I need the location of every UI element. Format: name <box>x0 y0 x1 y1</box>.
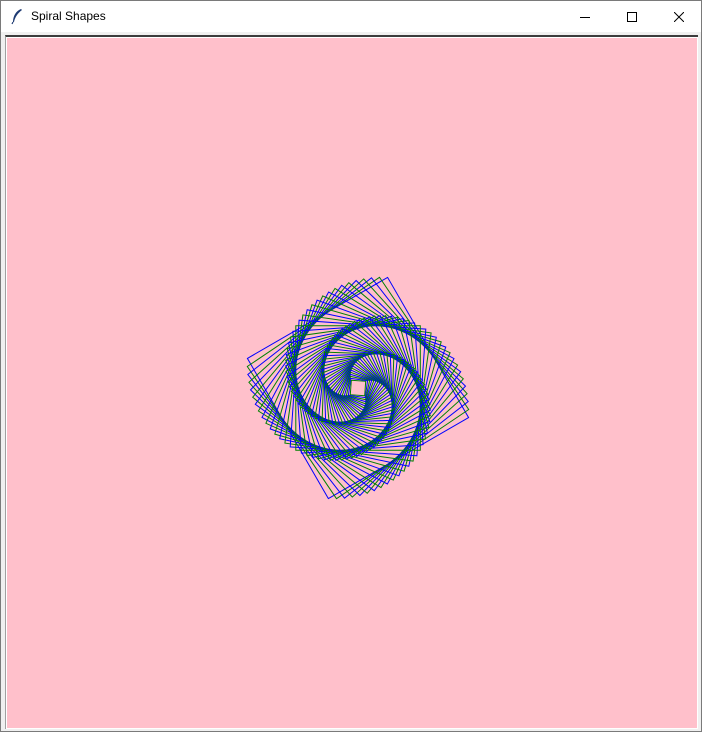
spiral-square <box>321 351 395 425</box>
app-window: Spiral Shapes <box>0 0 702 732</box>
drawing-canvas[interactable] <box>7 38 697 728</box>
spiral-square <box>246 276 470 500</box>
spiral-drawing <box>7 38 697 728</box>
spiral-square <box>349 379 367 397</box>
maximize-button[interactable] <box>609 1 655 32</box>
canvas-frame <box>5 35 698 729</box>
spiral-square <box>288 318 428 458</box>
spiral-square <box>292 322 424 454</box>
close-icon <box>674 11 684 22</box>
minimize-icon <box>580 16 590 18</box>
spiral-square <box>335 365 381 411</box>
spiral-square <box>288 318 428 458</box>
spiral-square <box>246 276 470 500</box>
spiral-square <box>247 277 469 499</box>
minimize-button[interactable] <box>562 1 608 32</box>
spiral-square <box>251 281 465 495</box>
spiral-square <box>254 284 462 492</box>
close-button[interactable] <box>656 1 702 32</box>
spiral-square <box>292 322 424 454</box>
spiral-square <box>284 314 432 462</box>
spiral-square <box>321 351 395 425</box>
spiral-square <box>249 279 467 497</box>
feather-icon <box>10 8 24 25</box>
spiral-square <box>321 351 395 425</box>
maximize-icon <box>627 11 637 22</box>
window-title: Spiral Shapes <box>31 9 106 23</box>
title-bar[interactable]: Spiral Shapes <box>1 1 701 32</box>
spiral-square <box>321 351 395 425</box>
